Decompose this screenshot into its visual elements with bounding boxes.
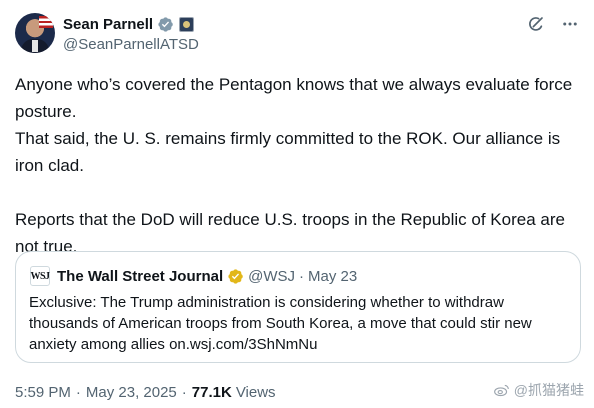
quoted-author-name[interactable]: The Wall Street Journal [57,268,223,285]
tweet-time[interactable]: 5:59 PM [15,384,71,401]
weibo-icon [493,384,509,397]
tweet-line-2: That said, the U. S. remains firmly comm… [15,129,561,175]
tweet-date[interactable]: May 23, 2025 [86,384,177,401]
views-count: 77.1K [191,383,232,401]
author-avatar[interactable] [15,13,55,53]
views-label: Views [235,383,276,401]
gold-verified-badge-icon [228,268,243,284]
verified-badge-icon [158,16,173,32]
quoted-author-handle[interactable]: @WSJ [248,268,295,285]
tweet-meta: 5:59 PM · May 23, 2025 · 77.1K Views [15,382,276,402]
watermark: @抓猫猪蛙 [493,380,584,400]
government-affiliation-icon[interactable] [179,16,195,32]
quoted-tweet-header: WSJ The Wall Street Journal @WSJ · May 2… [30,266,357,286]
more-options-icon[interactable] [560,14,580,34]
quoted-tweet-text: Exclusive: The Trump administration is c… [29,294,532,353]
quoted-separator: · [299,267,305,285]
avatar-shirt [32,40,38,52]
tweet-actions-top [526,14,580,34]
quoted-date[interactable]: May 23 [308,268,357,285]
quoted-tweet-card[interactable]: WSJ The Wall Street Journal @WSJ · May 2… [15,251,581,363]
meta-separator-1: · [75,383,81,401]
tweet-line-1: Anyone who’s covered the Pentagon knows … [15,75,573,121]
author-display-name[interactable]: Sean Parnell [63,16,153,33]
author-handle[interactable]: @SeanParnellATSD [63,36,199,53]
watermark-text: @抓猫猪蛙 [513,382,584,398]
wsj-logo: WSJ [30,266,50,286]
author-name-row: Sean Parnell [63,14,195,34]
tweet-body: Anyone who’s covered the Pentagon knows … [15,71,581,260]
avatar-flag [39,16,53,28]
grok-icon[interactable] [526,14,546,34]
meta-separator-2: · [181,383,187,401]
